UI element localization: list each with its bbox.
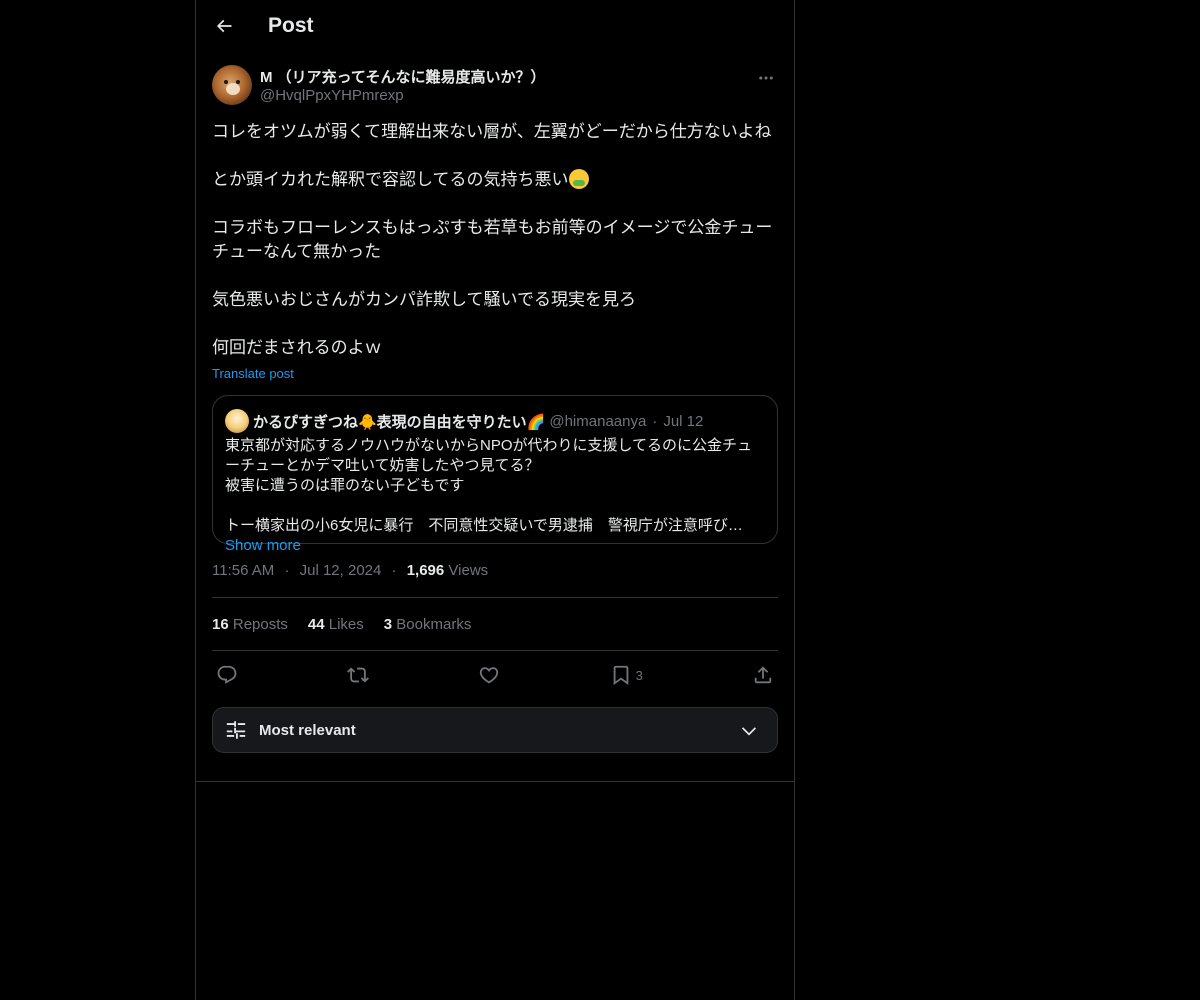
show-more-link[interactable]: Show more xyxy=(225,536,765,556)
separator-dot: · xyxy=(652,412,658,430)
heart-icon xyxy=(480,667,499,684)
quote-line: トー横家出の小6女児に暴行 不同意性交疑いで男逮捕 警視庁が注意呼びか... xyxy=(225,517,755,534)
bookmarks-stat[interactable]: 3 Bookmarks xyxy=(384,616,472,633)
author-row: M （リア充ってそんなに難易度高いか？） @HvqlPpxYHPmrexp xyxy=(212,64,778,108)
views-count: 1,696 xyxy=(406,562,445,579)
likes-stat[interactable]: 44 Likes xyxy=(308,616,364,633)
chevron-down-icon xyxy=(741,727,757,736)
quote-line: ーチューとかデマ吐いて妨害したやつ見てる？ xyxy=(225,457,540,474)
quote-avatar xyxy=(225,409,249,433)
like-button[interactable] xyxy=(478,664,500,686)
repost-icon xyxy=(347,667,370,683)
reply-button[interactable] xyxy=(216,664,238,686)
post-paragraph: コレをオツムが弱くて理解出来ない層が、左翼がどーだから仕方ないよね xyxy=(212,122,772,141)
post-detail: M （リア充ってそんなに難易度高いか？） @HvqlPpxYHPmrexp コレ… xyxy=(212,64,778,753)
post-meta: 11:56 AM · Jul 12, 2024 · 1,696 Views xyxy=(212,562,778,582)
author-name[interactable]: M （リア充ってそんなに難易度高いか？） xyxy=(260,66,545,87)
reposts-stat[interactable]: 16 Reposts xyxy=(212,616,288,633)
post-paragraph: とか頭イカれた解釈で容認してるの気持ち悪い xyxy=(212,168,778,192)
repost-button[interactable] xyxy=(347,664,370,686)
share-icon xyxy=(754,666,772,684)
quote-line: 東京都が対応するノウハウがないからNPOが代わりに支援してるのに公金チュ xyxy=(225,437,753,454)
engagement-stats: 16 Reposts 44 Likes 3 Bookmarks xyxy=(212,598,778,650)
quote-text: 東京都が対応するノウハウがないからNPOが代わりに支援してるのに公金チュ ーチュ… xyxy=(225,436,765,536)
post-paragraph: 気色悪いおじさんがカンパ詐欺して騒いでる現実を見ろ xyxy=(212,290,636,309)
divider xyxy=(196,781,794,782)
bookmark-icon xyxy=(613,665,628,686)
author-avatar[interactable] xyxy=(212,65,252,105)
post-paragraph: コラボもフローレンスもはっぷすも若草もお前等のイメージで公金チューチューなんて無… xyxy=(212,218,773,261)
quote-author-name: かるぴすぎつね🐥表現の自由を守りたい🌈 xyxy=(253,413,546,431)
page-title: Post xyxy=(268,14,314,37)
reply-sort-dropdown[interactable]: Most relevant xyxy=(212,707,778,753)
quoted-post[interactable]: かるぴすぎつね🐥表現の自由を守りたい🌈 @himanaanya · Jul 12… xyxy=(212,395,778,554)
bookmark-button[interactable]: 3 xyxy=(610,664,643,686)
quote-date: Jul 12 xyxy=(663,412,704,430)
main-column: Post M （リア充ってそんなに難易度高いか？） @HvqlPpxYHPmre… xyxy=(195,0,795,1000)
reply-icon xyxy=(217,665,237,684)
post-text: コレをオツムが弱くて理解出来ない層が、左翼がどーだから仕方ないよね とか頭イカれ… xyxy=(212,120,778,360)
arrow-left-icon xyxy=(216,19,232,33)
separator-dot: · xyxy=(391,562,397,579)
share-button[interactable] xyxy=(752,664,774,686)
separator-dot: · xyxy=(284,562,290,579)
action-bar: 3 xyxy=(212,651,778,699)
post-paragraph: 何回だまされるのよｗ xyxy=(212,338,382,357)
page-header: Post xyxy=(196,0,794,53)
more-icon xyxy=(759,76,773,80)
sort-label: Most relevant xyxy=(259,721,356,739)
bookmark-count: 3 xyxy=(635,667,643,683)
quote-line: 被害に遭うのは罪のない子どもです xyxy=(225,477,465,494)
vomiting-face-icon xyxy=(568,169,589,189)
back-button[interactable] xyxy=(208,10,240,42)
more-options-button[interactable] xyxy=(754,68,778,88)
sliders-icon xyxy=(226,721,246,739)
translate-post-link[interactable]: Translate post xyxy=(212,366,294,381)
post-date[interactable]: Jul 12, 2024 xyxy=(300,562,382,579)
quote-author-handle: @himanaanya xyxy=(549,412,647,430)
author-handle[interactable]: @HvqlPpxYHPmrexp xyxy=(260,87,404,104)
views-label: Views xyxy=(448,562,489,579)
post-time[interactable]: 11:56 AM xyxy=(212,562,274,579)
quote-header: かるぴすぎつね🐥表現の自由を守りたい🌈 @himanaanya · Jul 12 xyxy=(225,408,765,434)
